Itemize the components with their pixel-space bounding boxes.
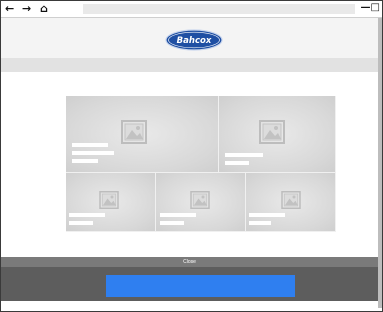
image-placeholder-icon (259, 120, 285, 144)
gallery-tile[interactable] (246, 173, 336, 232)
caption-line (160, 213, 196, 217)
gallery-tile[interactable] (66, 173, 156, 232)
address-bar[interactable] (83, 4, 355, 14)
gallery-tile[interactable] (219, 96, 336, 173)
image-placeholder-icon (190, 191, 210, 209)
logo-badge-icon: Bahcox (165, 29, 223, 51)
back-arrow-icon[interactable]: ← (5, 2, 14, 15)
caption-line (225, 161, 249, 165)
close-button[interactable]: Close (1, 257, 378, 267)
scrollbar[interactable] (378, 18, 382, 308)
caption-line (225, 153, 263, 157)
caption-line (72, 151, 114, 155)
window-controls[interactable]: —□ (361, 1, 380, 15)
caption-line (69, 221, 93, 225)
forward-arrow-icon[interactable]: → (22, 2, 31, 15)
site-logo[interactable]: Bahcox (165, 29, 223, 51)
gallery-tile[interactable] (156, 173, 246, 232)
image-placeholder-icon (281, 191, 301, 209)
caption-line (249, 213, 285, 217)
browser-toolbar: ← → ⌂ —□ (1, 1, 382, 18)
caption-line (72, 159, 98, 163)
image-placeholder-icon (121, 120, 147, 144)
caption-line (249, 221, 271, 225)
caption-line (69, 213, 105, 217)
image-gallery (66, 96, 336, 232)
navigation-bar (1, 58, 378, 72)
status-strip (1, 301, 382, 311)
logo-text: Bahcox (177, 36, 212, 46)
primary-action-button[interactable] (106, 275, 295, 297)
gallery-tile[interactable] (66, 96, 219, 173)
caption-line (72, 143, 108, 147)
home-icon[interactable]: ⌂ (40, 2, 48, 15)
site-header: Bahcox (1, 18, 378, 58)
image-placeholder-icon (99, 191, 119, 209)
browser-window: ← → ⌂ —□ Bahcox Close (0, 0, 383, 312)
caption-line (160, 221, 184, 225)
footer-bar (1, 267, 378, 301)
